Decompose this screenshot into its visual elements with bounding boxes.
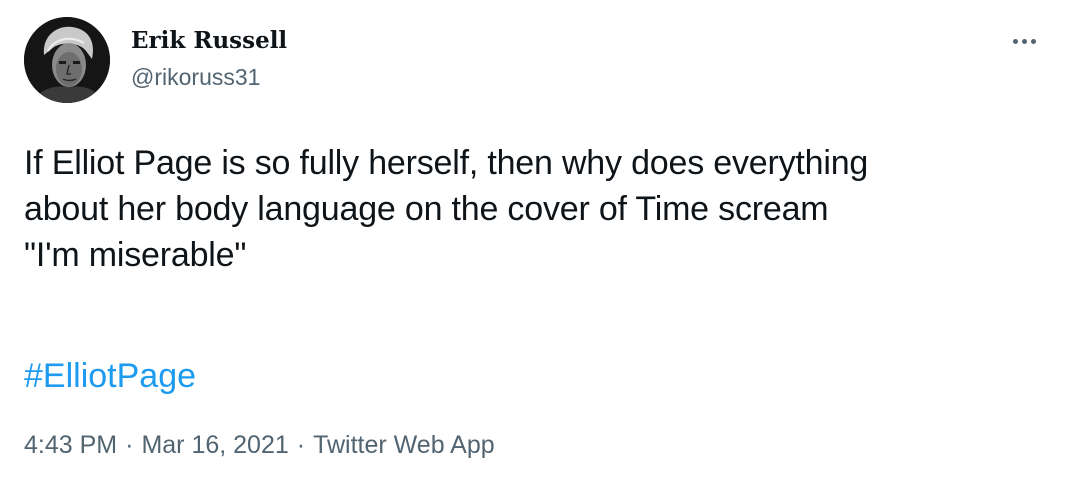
ellipsis-icon <box>1021 38 1027 44</box>
hashtag-link[interactable]: #ElliotPage <box>24 353 196 399</box>
tweet-card: Erik Russell @rikoruss31 If Elliot Page … <box>0 0 1066 490</box>
tweet-text-line: about her body language on the cover of … <box>24 190 829 228</box>
date-link[interactable]: Mar 16, 2021 <box>141 431 288 459</box>
tweet-text-line: If Elliot Page is so fully herself, then… <box>24 144 869 182</box>
person-portrait-icon <box>24 17 110 103</box>
tweet-text-line: "I'm miserable" <box>24 236 247 274</box>
display-name[interactable]: Erik Russell <box>131 26 287 56</box>
ellipsis-icon <box>1012 38 1018 44</box>
separator: · <box>125 431 134 459</box>
source-link[interactable]: Twitter Web App <box>313 431 495 459</box>
tweet-metadata: 4:43 PM · Mar 16, 2021 · Twitter Web App <box>24 428 495 462</box>
timestamp-link[interactable]: 4:43 PM <box>24 431 117 459</box>
ellipsis-icon <box>1030 38 1036 44</box>
tweet-text: If Elliot Page is so fully herself, then… <box>24 140 1034 278</box>
separator: · <box>296 431 306 459</box>
user-handle[interactable]: @rikoruss31 <box>131 62 260 92</box>
more-options-button[interactable] <box>1004 26 1044 56</box>
avatar[interactable] <box>24 17 110 103</box>
